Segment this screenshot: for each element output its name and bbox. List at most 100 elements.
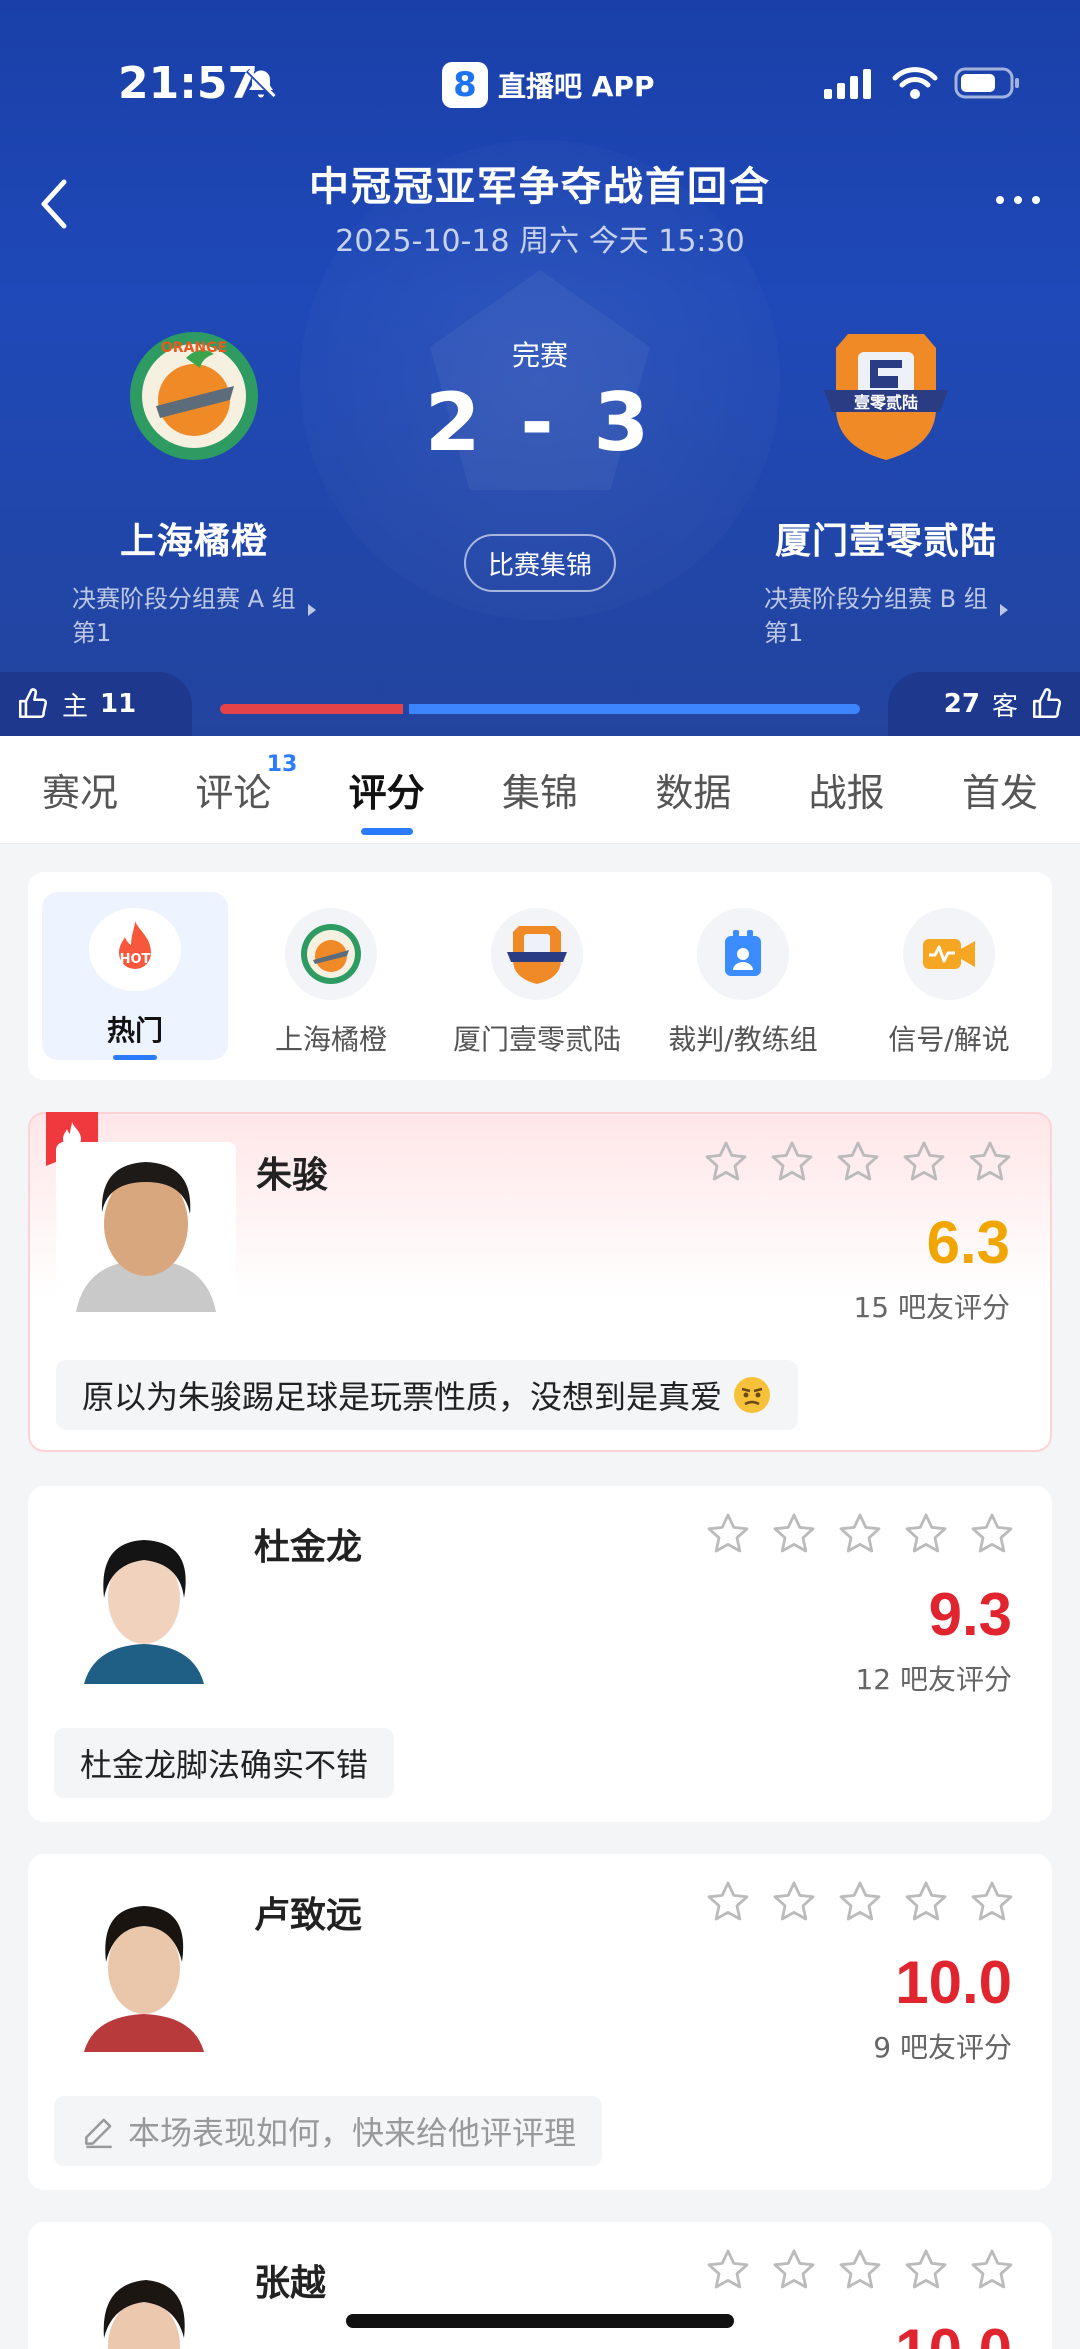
tab-highlights[interactable]: 集锦 bbox=[502, 762, 578, 817]
away-team-name: 厦门壹零贰陆 bbox=[774, 521, 997, 562]
wifi-icon bbox=[892, 67, 938, 99]
star-icon[interactable] bbox=[968, 2246, 1016, 2294]
hot-icon: HOT bbox=[89, 908, 181, 991]
vote-away-button[interactable]: 27 客 bbox=[888, 672, 1080, 736]
match-datetime: 2025-10-18 周六 今天 15:30 bbox=[335, 224, 745, 259]
away-team-stage[interactable]: 决赛阶段分组赛 B 组第1 bbox=[736, 582, 1008, 650]
svg-text:壹零贰陆: 壹零贰陆 bbox=[854, 393, 918, 412]
player-name: 张越 bbox=[254, 2263, 327, 2304]
rating-count: 15 吧友评分 bbox=[853, 1291, 1010, 1324]
vote-home-button[interactable]: 主 11 bbox=[0, 672, 192, 736]
star-rating-input[interactable] bbox=[702, 1138, 1014, 1186]
player-name: 杜金龙 bbox=[254, 1527, 363, 1568]
vote-home-label: 主 bbox=[62, 691, 89, 722]
star-icon[interactable] bbox=[836, 2246, 884, 2294]
player-rating-card[interactable]: 张越 10.0 bbox=[28, 2222, 1052, 2349]
top-comment[interactable]: 原以为朱骏踢足球是玩票性质，没想到是真爱 bbox=[56, 1360, 799, 1430]
average-score: 10.0 bbox=[895, 2316, 1012, 2349]
vote-away-label: 客 bbox=[991, 691, 1018, 722]
star-icon[interactable] bbox=[702, 1138, 750, 1186]
star-icon[interactable] bbox=[902, 1510, 950, 1558]
star-icon[interactable] bbox=[902, 2246, 950, 2294]
category-label: 热门 bbox=[106, 1013, 163, 1047]
star-icon[interactable] bbox=[768, 1138, 816, 1186]
category-label: 信号/解说 bbox=[888, 1023, 1010, 1056]
star-icon[interactable] bbox=[900, 1138, 948, 1186]
player-rating-card[interactable]: 朱骏 6.3 15 吧友评分 原以为朱骏踢足球是玩票性质，没想到是真爱 bbox=[28, 1112, 1052, 1452]
category-label: 厦门壹零贰陆 bbox=[452, 1023, 621, 1056]
match-title: 中冠冠亚军争夺战首回合 bbox=[309, 164, 771, 210]
star-icon[interactable] bbox=[968, 1878, 1016, 1926]
category-referee-coach[interactable]: 裁判/教练组 bbox=[640, 872, 846, 1080]
rating-category-filter: HOT 热门 上海橘橙 厦门壹零贰陆 裁判/教练组 信号/解说 bbox=[28, 872, 1052, 1080]
star-icon[interactable] bbox=[836, 1878, 884, 1926]
star-icon[interactable] bbox=[902, 1878, 950, 1926]
player-name: 卢致远 bbox=[254, 1895, 363, 1936]
star-icon[interactable] bbox=[770, 1510, 818, 1558]
category-broadcast[interactable]: 信号/解说 bbox=[846, 872, 1052, 1080]
comment-prompt-input[interactable]: 本场表现如何，快来给他评评理 bbox=[54, 2096, 603, 2166]
star-icon[interactable] bbox=[968, 1510, 1016, 1558]
home-vote-ratio bbox=[220, 704, 403, 714]
star-icon[interactable] bbox=[836, 1510, 884, 1558]
tab-lineup[interactable]: 首发 bbox=[962, 762, 1038, 817]
average-score: 9.3 bbox=[928, 1581, 1012, 1648]
xiamen-team-logo bbox=[491, 908, 583, 1000]
signal-icon bbox=[824, 69, 871, 99]
xiamen-team-logo: 壹零贰陆 bbox=[818, 328, 954, 464]
away-team[interactable]: 壹零贰陆 厦门壹零贰陆 决赛阶段分组赛 B 组第1 bbox=[736, 328, 1036, 650]
star-icon[interactable] bbox=[704, 1510, 752, 1558]
app-logo-icon: 8 bbox=[442, 62, 488, 108]
match-header: 21:57 8 直播吧 APP 中冠冠亚军争夺战首回合 2025-10-18 周… bbox=[0, 0, 1080, 736]
avatar bbox=[56, 1142, 236, 1312]
player-rating-card[interactable]: 卢致远 10.0 9 吧友评分 本场表现如何，快来给他评评理 bbox=[28, 1854, 1052, 2190]
average-score: 10.0 bbox=[895, 1949, 1012, 2016]
category-shanghai[interactable]: 上海橘橙 bbox=[228, 872, 434, 1080]
player-rating-card[interactable]: 杜金龙 9.3 12 吧友评分 杜金龙脚法确实不错 bbox=[28, 1486, 1052, 1822]
app-name: 直播吧 APP bbox=[498, 70, 655, 103]
category-label: 裁判/教练组 bbox=[668, 1023, 818, 1056]
pencil-icon bbox=[85, 2118, 112, 2149]
home-team-stage[interactable]: 决赛阶段分组赛 A 组第1 bbox=[44, 582, 316, 650]
category-label: 上海橘橙 bbox=[274, 1023, 387, 1056]
vote-ratio-track bbox=[220, 704, 860, 714]
star-icon[interactable] bbox=[966, 1138, 1014, 1186]
away-vote-ratio bbox=[409, 704, 860, 714]
battery-icon bbox=[954, 67, 1019, 99]
average-score: 6.3 bbox=[926, 1209, 1010, 1276]
highlights-button[interactable]: 比赛集锦 bbox=[464, 534, 616, 592]
star-rating-input[interactable] bbox=[704, 1510, 1016, 1558]
tab-stats[interactable]: 数据 bbox=[655, 762, 731, 817]
clock: 21:57 bbox=[118, 58, 259, 109]
mute-bell-icon bbox=[243, 66, 279, 106]
category-xiamen[interactable]: 厦门壹零贰陆 bbox=[434, 872, 640, 1080]
top-comment[interactable]: 杜金龙脚法确实不错 bbox=[54, 1728, 395, 1798]
player-name: 朱骏 bbox=[256, 1155, 329, 1196]
home-indicator bbox=[346, 2314, 734, 2328]
tab-ratings[interactable]: 评分 bbox=[349, 762, 425, 835]
star-icon[interactable] bbox=[770, 1878, 818, 1926]
tab-report[interactable]: 战报 bbox=[809, 762, 885, 817]
home-team-name: 上海橘橙 bbox=[119, 521, 268, 562]
tab-comments[interactable]: 评论 13 bbox=[195, 752, 297, 817]
star-icon[interactable] bbox=[770, 2246, 818, 2294]
status-bar: 21:57 8 直播吧 APP bbox=[0, 58, 1080, 118]
star-icon[interactable] bbox=[704, 2246, 752, 2294]
star-rating-input[interactable] bbox=[704, 2246, 1016, 2294]
avatar bbox=[54, 1514, 234, 1684]
smirk-emoji-icon bbox=[734, 1377, 771, 1413]
app-badge[interactable]: 8 直播吧 APP bbox=[442, 62, 654, 108]
vote-home-count: 11 bbox=[100, 689, 137, 719]
category-hot[interactable]: HOT 热门 bbox=[42, 892, 228, 1060]
star-rating-input[interactable] bbox=[704, 1878, 1016, 1926]
thumbs-up-icon bbox=[18, 688, 48, 719]
rating-count: 9 吧友评分 bbox=[873, 2031, 1012, 2064]
star-icon[interactable] bbox=[704, 1878, 752, 1926]
vote-away-count: 27 bbox=[943, 689, 980, 719]
tab-live[interactable]: 赛况 bbox=[42, 762, 118, 817]
chevron-right-icon bbox=[308, 604, 316, 616]
svg-text:HOT: HOT bbox=[120, 952, 151, 967]
comments-count-badge: 13 bbox=[266, 752, 298, 777]
star-icon[interactable] bbox=[834, 1138, 882, 1186]
referee-badge-icon bbox=[697, 908, 789, 1000]
